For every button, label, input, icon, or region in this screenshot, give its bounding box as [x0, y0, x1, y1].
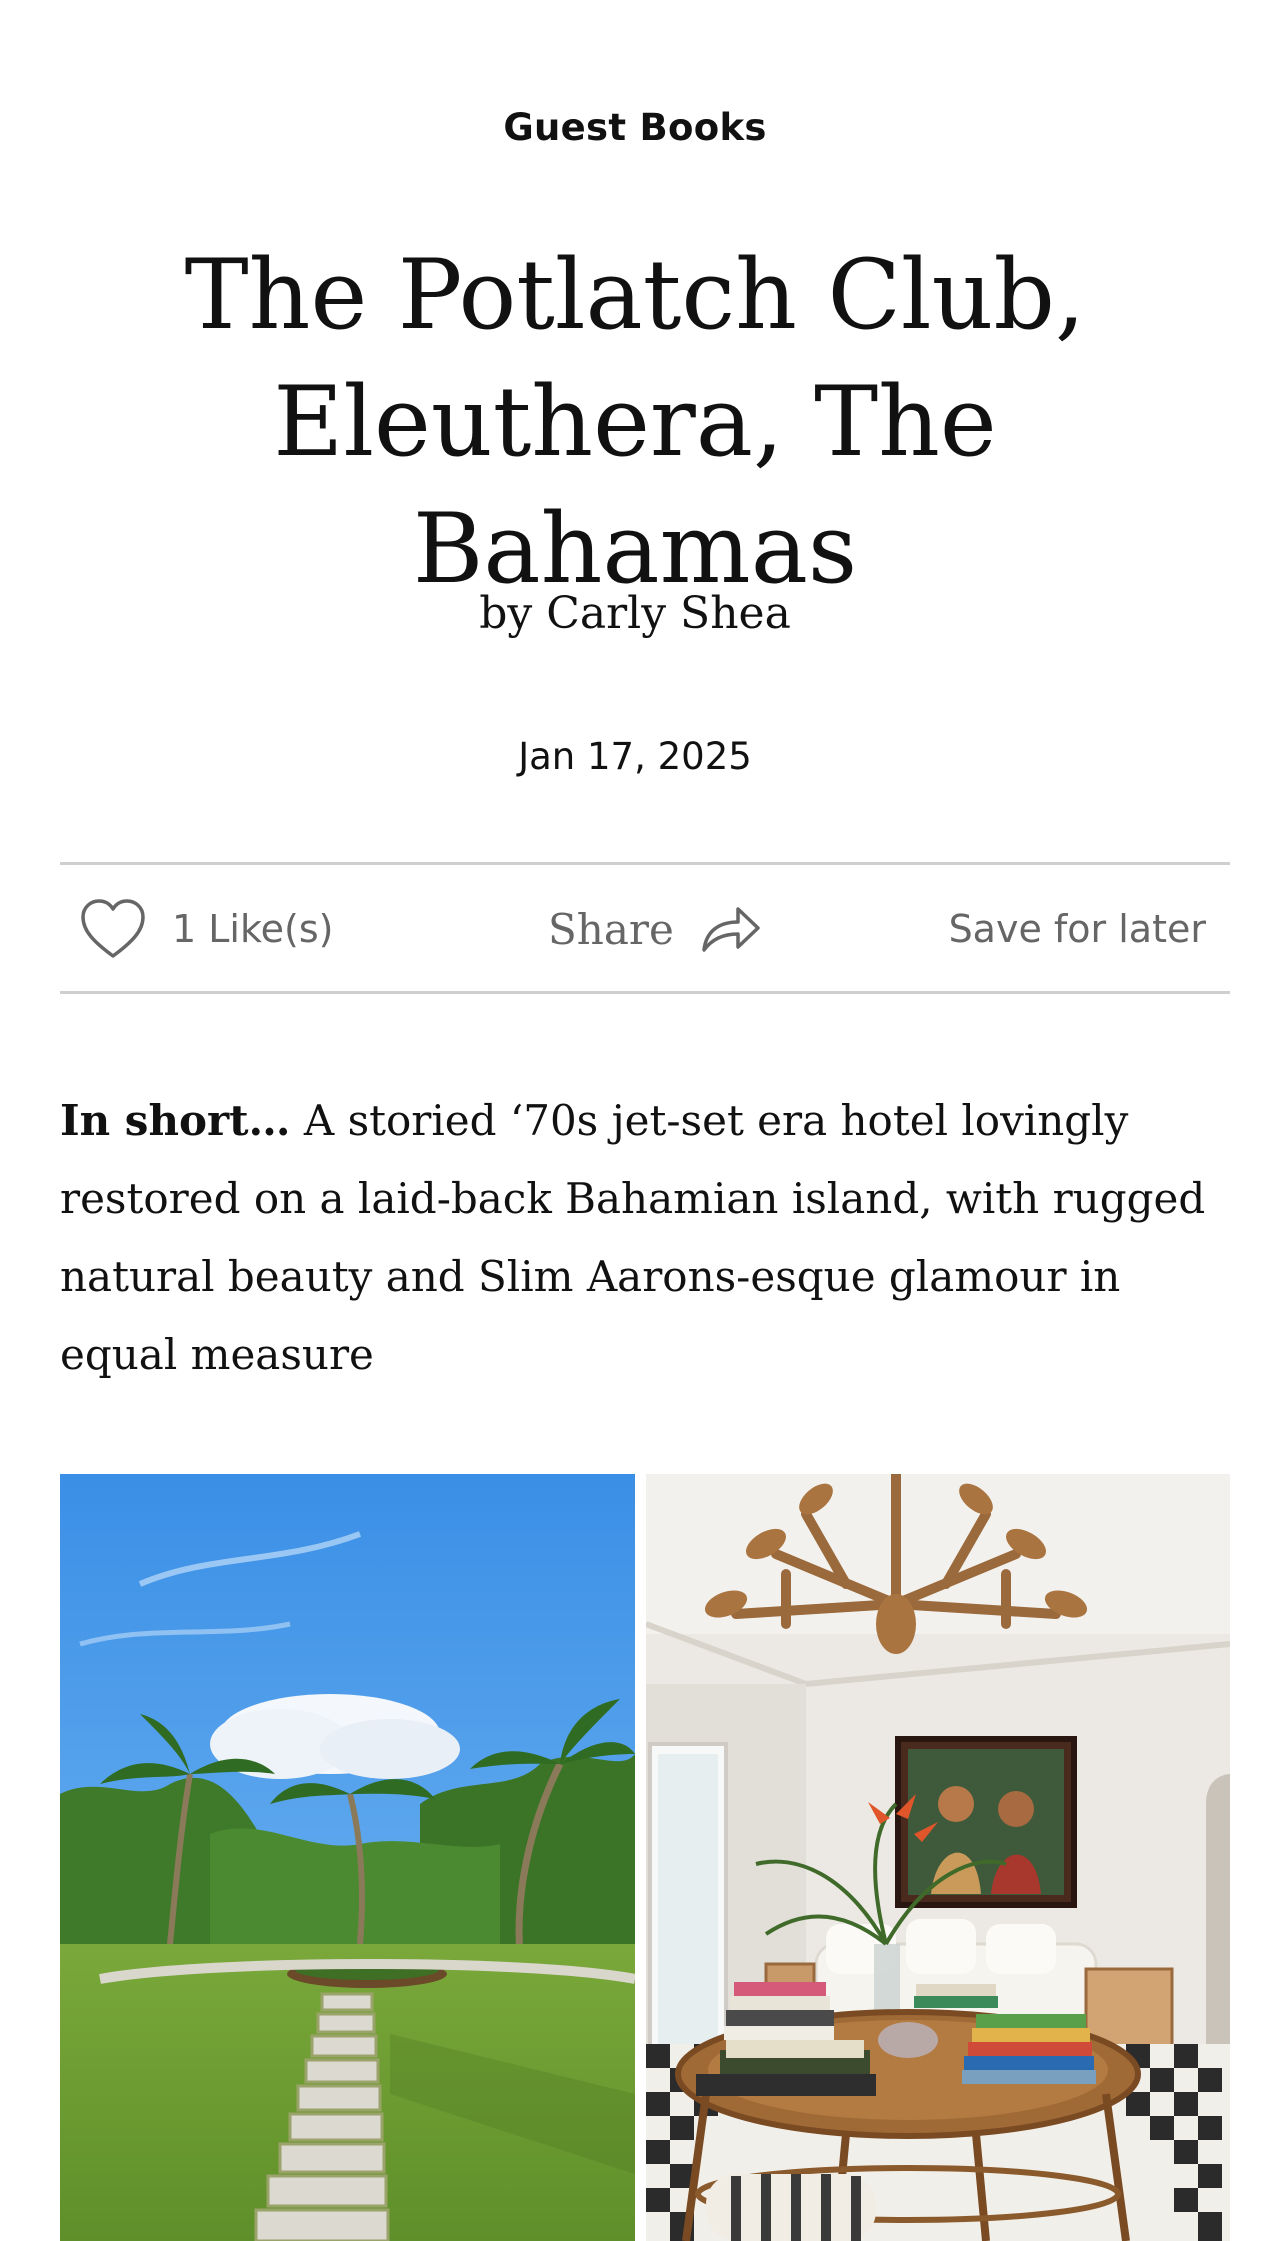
like-button[interactable]: 1 Like(s): [80, 897, 333, 961]
title-line-1: The Potlatch Club,: [184, 239, 1086, 351]
publish-date: Jan 17, 2025: [518, 735, 752, 778]
share-arrow-icon: [702, 907, 760, 952]
article-summary: In short… A storied ‘70s jet-set era hot…: [60, 1082, 1230, 1394]
photo-gallery: [60, 1474, 1230, 2241]
share-label: Share: [548, 904, 674, 954]
category-label[interactable]: Guest Books: [0, 106, 1270, 149]
article-actions-bar: 1 Like(s) Share Save for later: [60, 862, 1230, 994]
like-count-label: 1 Like(s): [172, 907, 334, 951]
garden-path-photo[interactable]: [60, 1474, 635, 2241]
lounge-interior-photo[interactable]: [646, 1474, 1230, 2241]
share-button[interactable]: Share: [548, 897, 762, 961]
article-title: The Potlatch Club, Eleuthera, The Bahama…: [60, 232, 1210, 613]
article-page: Guest Books The Potlatch Club, Eleuthera…: [0, 0, 1270, 2241]
author-byline[interactable]: by Carly Shea: [0, 588, 1270, 639]
heart-icon: [81, 899, 145, 958]
save-for-later-button[interactable]: Save for later: [949, 897, 1206, 961]
summary-lead: In short…: [60, 1096, 291, 1145]
title-line-2: Eleuthera, The Bahamas: [273, 366, 997, 605]
